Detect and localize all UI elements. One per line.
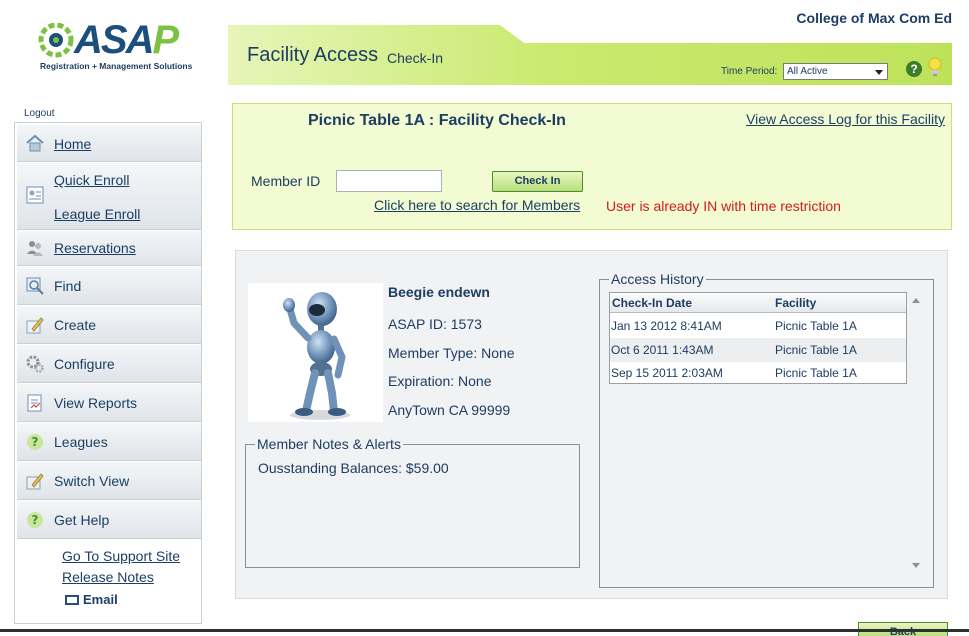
chevron-down-icon [875, 70, 883, 75]
access-history-table: Check-In Date Facility Jan 13 2012 8:41A… [609, 292, 907, 384]
time-period-value: All Active [787, 66, 828, 77]
sidebar-item-label: Switch View [54, 473, 130, 489]
release-notes-link[interactable]: Release Notes [62, 569, 154, 585]
sidebar-item-configure[interactable]: Configure [17, 345, 201, 383]
member-notes-text: Ousstanding Balances: $59.00 [258, 460, 449, 476]
sidebar-group-enroll: Quick Enroll League Enroll [17, 163, 201, 230]
sidebar-item-create[interactable]: Create [17, 306, 201, 344]
column-header-facility[interactable]: Facility [775, 296, 816, 310]
page-subtitle: Check-In [387, 50, 444, 66]
sidebar-item-switch-view[interactable]: Switch View [17, 462, 201, 500]
switch-view-pencil-icon [26, 473, 44, 490]
create-pencil-icon [26, 317, 44, 334]
sidebar-item-home[interactable]: Home [17, 125, 201, 162]
sidebar-item-label: Leagues [54, 434, 108, 450]
logo-wordmark: ASAP [74, 18, 179, 62]
sidebar-item-label: View Reports [54, 395, 138, 411]
find-magnifier-icon [26, 277, 44, 295]
table-row[interactable]: Sep 15 2011 2:03AM Picnic Table 1A [610, 362, 906, 386]
envelope-icon [65, 595, 79, 605]
row-checkin-date: Oct 6 2011 1:43AM [611, 343, 714, 357]
checkin-title: Picnic Table 1A : Facility Check-In [308, 112, 566, 129]
help-question-icon[interactable]: ? [906, 61, 922, 77]
table-row[interactable]: Jan 13 2012 8:41AM Picnic Table 1A [610, 314, 906, 338]
sidebar-item-label: Home [54, 136, 92, 152]
sidebar-item-label: Configure [54, 356, 115, 372]
row-facility: Picnic Table 1A [775, 319, 857, 333]
view-access-log-link[interactable]: View Access Log for this Facility [746, 111, 945, 127]
member-asap-id: ASAP ID: 1573 [388, 316, 482, 332]
member-id-label: Member ID [251, 173, 321, 189]
logout-link[interactable]: Logout [24, 108, 55, 119]
page-title: Facility Access [247, 44, 379, 66]
leagues-question-icon: ? [27, 434, 43, 450]
row-facility: Picnic Table 1A [775, 343, 857, 357]
member-notes-box: Member Notes & Alerts [245, 436, 580, 568]
time-period-select[interactable]: All Active [783, 63, 888, 80]
sidebar-item-label: Get Help [54, 512, 110, 528]
check-in-button[interactable]: Check In [492, 171, 583, 192]
lightbulb-icon[interactable] [927, 57, 943, 77]
member-photo-robot [248, 283, 383, 422]
logo-tagline: Registration + Management Solutions [40, 61, 193, 71]
time-period-label: Time Period: [721, 66, 778, 77]
sidebar-item-find[interactable]: Find [17, 267, 201, 305]
access-history-legend: Access History [611, 271, 704, 287]
status-message: User is already IN with time restriction [606, 198, 841, 214]
member-name: Beegie endewn [388, 284, 490, 300]
sidebar-item-quick-enroll[interactable]: Quick Enroll [54, 172, 129, 188]
sidebar-item-get-help[interactable]: ? Get Help [17, 501, 201, 539]
table-row[interactable]: Oct 6 2011 1:43AM Picnic Table 1A [610, 338, 906, 362]
college-name: College of Max Com Ed [796, 10, 952, 26]
sidebar-item-reservations[interactable]: Reservations [17, 231, 201, 266]
help-question-icon: ? [27, 512, 43, 528]
member-notes-legend: Member Notes & Alerts [257, 436, 401, 452]
sidebar-item-label: Create [54, 317, 97, 333]
sidebar-item-label: Reservations [54, 240, 136, 256]
configure-gear-icon [26, 355, 44, 373]
reports-document-icon [27, 394, 42, 412]
sidebar-item-view-reports[interactable]: View Reports [17, 384, 201, 422]
row-checkin-date: Sep 15 2011 2:03AM [611, 366, 723, 380]
asap-logo: ASAP Registration + Management Solutions [38, 18, 193, 74]
sidebar-item-label: Find [54, 278, 82, 294]
svg-text:?: ? [32, 513, 39, 527]
home-icon [26, 134, 44, 152]
email-link[interactable]: Email [65, 592, 118, 607]
member-expiration: Expiration: None [388, 373, 492, 389]
svg-text:?: ? [32, 435, 39, 449]
column-header-checkin-date[interactable]: Check-In Date [612, 296, 692, 310]
table-header: Check-In Date Facility [610, 293, 906, 313]
member-type: Member Type: None [388, 345, 515, 361]
sidebar-nav: Home Quick Enroll League Enroll Reservat… [14, 122, 202, 624]
support-site-link[interactable]: Go To Support Site [62, 548, 180, 564]
row-facility: Picnic Table 1A [775, 366, 857, 380]
history-scrollbar[interactable] [908, 292, 923, 574]
member-location: AnyTown CA 99999 [388, 402, 511, 418]
search-members-link[interactable]: Click here to search for Members [374, 197, 580, 213]
row-checkin-date: Jan 13 2012 8:41AM [611, 319, 722, 333]
scroll-down-arrow-icon[interactable] [912, 563, 920, 568]
enroll-form-icon [26, 186, 44, 204]
scroll-up-arrow-icon[interactable] [912, 298, 920, 303]
reservations-people-icon [27, 241, 43, 256]
member-id-input[interactable] [336, 170, 442, 192]
sidebar-item-league-enroll[interactable]: League Enroll [54, 206, 140, 222]
sidebar-item-leagues[interactable]: ? Leagues [17, 423, 201, 461]
logo-people-icon [38, 22, 74, 58]
